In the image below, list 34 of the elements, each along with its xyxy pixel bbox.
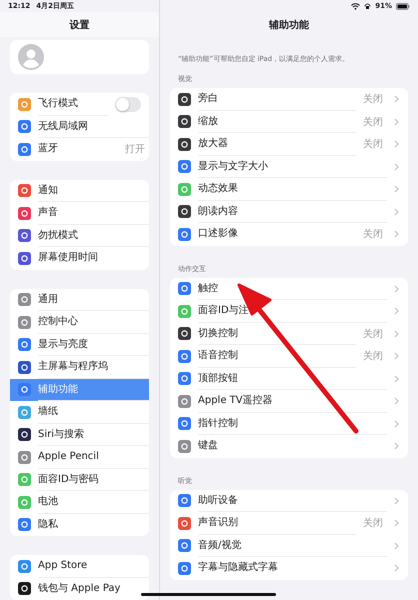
item-value: 打开	[125, 142, 145, 156]
page-title: 辅助功能	[268, 18, 310, 32]
chevron-icon	[394, 118, 399, 126]
chevron-icon	[394, 564, 399, 572]
row-value: 关闭	[363, 350, 383, 364]
row-value: 关闭	[363, 92, 383, 106]
chevron-icon	[394, 352, 399, 360]
row-value: 关闭	[363, 516, 383, 530]
row-value: 关闭	[363, 138, 383, 152]
battery-icon	[396, 2, 410, 10]
chevron-icon	[394, 330, 399, 338]
toggle-switch[interactable]	[115, 96, 141, 112]
row-value: 关闭	[363, 328, 383, 341]
chevron-icon	[394, 140, 399, 148]
chevron-icon	[394, 442, 399, 450]
chevron-icon	[394, 496, 399, 505]
chevron-icon	[394, 230, 399, 238]
chevron-icon	[394, 519, 399, 528]
chevron-icon	[394, 185, 399, 194]
lock-rotation-icon	[364, 2, 372, 10]
chevron-icon	[394, 420, 399, 428]
row-value: 关闭	[363, 116, 383, 129]
chevron-icon	[394, 374, 399, 383]
chevron-icon	[394, 162, 399, 171]
row-value: 关闭	[363, 228, 383, 242]
chevron-icon	[394, 208, 399, 216]
sidebar-title: 设置	[0, 12, 159, 37]
chevron-icon	[394, 542, 399, 550]
chevron-icon	[394, 284, 399, 293]
avatar-icon	[18, 44, 44, 70]
chevron-icon	[394, 95, 399, 104]
wifi-icon	[351, 2, 360, 10]
chevron-icon	[394, 307, 399, 316]
chevron-icon	[394, 397, 399, 406]
